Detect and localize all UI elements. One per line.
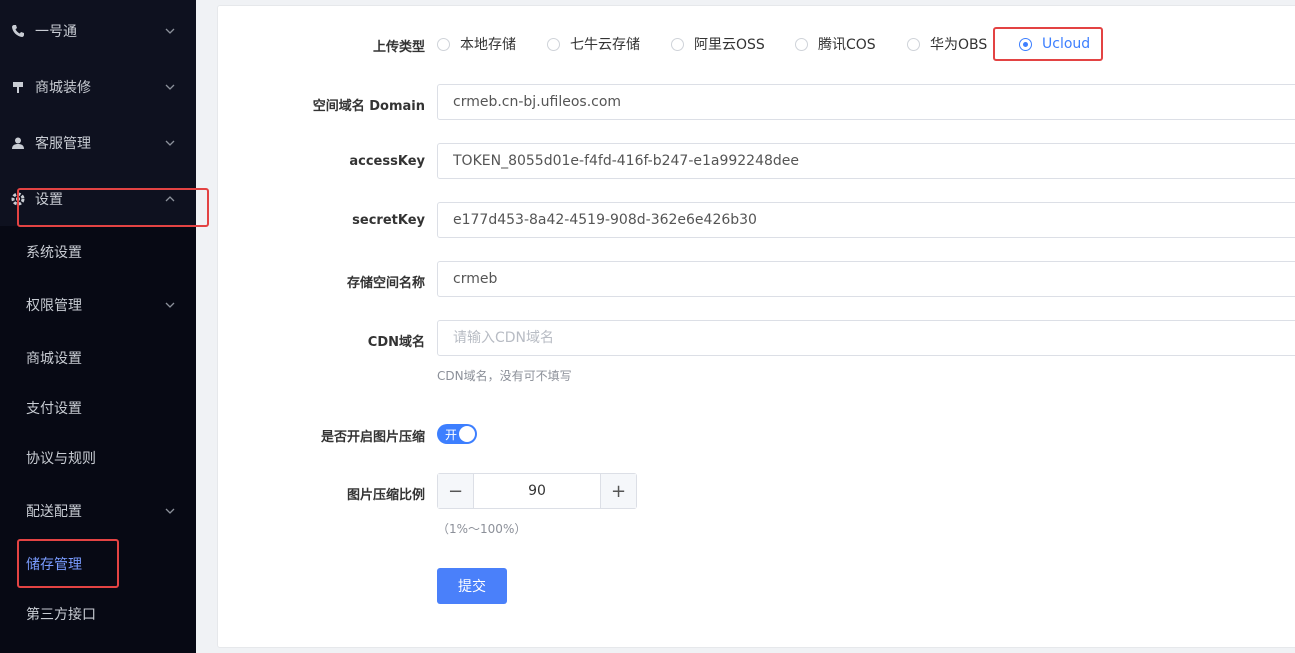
- submenu-item-label: 第三方接口: [26, 607, 96, 623]
- radio-circle: [907, 37, 920, 51]
- increment-button[interactable]: +: [600, 474, 636, 508]
- cdn-hint: CDN域名，没有可不填写: [437, 369, 572, 383]
- ratio-stepper: − 90 +: [437, 473, 637, 509]
- radio-huawei[interactable]: 华为OBS: [907, 34, 987, 54]
- access-key-input[interactable]: [437, 143, 1295, 179]
- radio-label: 阿里云OSS: [694, 37, 765, 53]
- radio-local[interactable]: 本地存储: [437, 34, 516, 54]
- submenu-item-delivery[interactable]: 配送配置: [0, 486, 196, 536]
- radio-qiniu[interactable]: 七牛云存储: [547, 34, 640, 54]
- radio-ucloud[interactable]: Ucloud: [1019, 34, 1090, 54]
- sidebar-item-yihaotong[interactable]: 一号通: [0, 3, 196, 59]
- radio-label: 华为OBS: [930, 37, 988, 53]
- sidebar-item-label: 客服管理: [35, 136, 91, 152]
- radio-label: 七牛云存储: [570, 37, 640, 53]
- radio-circle: [1019, 37, 1032, 51]
- submenu-item-third-party[interactable]: 第三方接口: [0, 589, 196, 639]
- radio-circle: [547, 37, 560, 51]
- sidebar-item-label: 设置: [35, 192, 63, 208]
- chevron-down-icon: [164, 299, 176, 311]
- ratio-value[interactable]: 90: [474, 474, 600, 508]
- toggle-knob: [459, 426, 475, 442]
- toggle-text: 开: [445, 427, 458, 442]
- sidebar-item-settings[interactable]: 设置: [0, 171, 196, 227]
- sidebar-item-label: 一号通: [35, 24, 77, 40]
- domain-label: 空间域名 Domain: [312, 99, 425, 114]
- sidebar-item-customer-service[interactable]: 客服管理: [0, 115, 196, 171]
- ratio-label: 图片压缩比例: [346, 488, 425, 503]
- compress-label: 是否开启图片压缩: [320, 430, 425, 445]
- cdn-label: CDN域名: [367, 335, 425, 350]
- radio-circle: [437, 37, 450, 51]
- chevron-down-icon: [164, 505, 176, 517]
- bucket-label: 存储空间名称: [346, 276, 425, 291]
- domain-input[interactable]: [437, 84, 1295, 120]
- submit-button[interactable]: 提交: [437, 568, 507, 604]
- submenu-item-label: 系统设置: [26, 245, 82, 261]
- radio-label: 本地存储: [460, 37, 516, 53]
- radio-label: Ucloud: [1042, 36, 1091, 52]
- radio-circle: [671, 37, 684, 51]
- phone-icon: [10, 23, 26, 39]
- submenu-item-payment-settings[interactable]: 支付设置: [0, 383, 196, 433]
- decrement-button[interactable]: −: [438, 474, 474, 508]
- access-key-label: accessKey: [349, 154, 425, 169]
- sidebar-item-label: 商城装修: [35, 80, 91, 96]
- compress-toggle[interactable]: 开: [437, 424, 477, 444]
- sidebar-item-mall-decoration[interactable]: 商城装修: [0, 59, 196, 115]
- secret-key-input[interactable]: [437, 202, 1295, 238]
- chevron-up-icon: [164, 193, 176, 205]
- radio-aliyun[interactable]: 阿里云OSS: [671, 34, 765, 54]
- submenu-item-label: 储存管理: [26, 557, 82, 573]
- submenu-item-label: 协议与规则: [26, 451, 96, 467]
- ratio-hint: （1%～100%）: [437, 522, 527, 536]
- radio-circle: [795, 37, 808, 51]
- submenu-item-system-settings[interactable]: 系统设置: [0, 227, 196, 277]
- submenu-item-label: 商城设置: [26, 351, 82, 367]
- cdn-input[interactable]: [437, 320, 1295, 356]
- radio-label: 腾讯COS: [818, 37, 876, 53]
- chevron-down-icon: [164, 25, 176, 37]
- submenu-item-storage[interactable]: 储存管理: [0, 539, 196, 589]
- bucket-input[interactable]: [437, 261, 1295, 297]
- secret-key-label: secretKey: [352, 213, 425, 228]
- submenu-item-label: 权限管理: [26, 298, 82, 314]
- submenu-item-mall-settings[interactable]: 商城设置: [0, 333, 196, 383]
- sidebar: 一号通 商城装修 客服管理 设置 系统设置 权限管理 商城设置 支付设置 协议与…: [0, 0, 196, 653]
- brush-icon: [10, 79, 26, 95]
- gear-icon: [10, 191, 26, 207]
- submenu-item-label: 支付设置: [26, 401, 82, 417]
- submenu-item-agreements[interactable]: 协议与规则: [0, 433, 196, 483]
- chevron-down-icon: [164, 137, 176, 149]
- upload-type-label: 上传类型: [372, 40, 425, 55]
- radio-tencent[interactable]: 腾讯COS: [795, 34, 876, 54]
- submenu-item-label: 配送配置: [26, 504, 82, 520]
- chevron-down-icon: [164, 81, 176, 93]
- user-icon: [10, 135, 26, 151]
- submenu-item-permissions[interactable]: 权限管理: [0, 280, 196, 330]
